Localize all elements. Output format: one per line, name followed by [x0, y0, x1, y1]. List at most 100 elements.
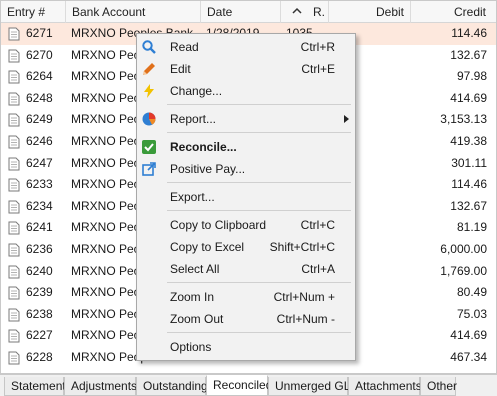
- menu-separator: [167, 210, 351, 211]
- document-icon: [8, 131, 22, 153]
- menu-separator: [167, 132, 351, 133]
- menu-item-options[interactable]: Options: [137, 336, 355, 358]
- menu-separator: [167, 332, 351, 333]
- menu-item-copy-to-clipboard[interactable]: Copy to Clipboard Ctrl+C: [137, 214, 355, 236]
- menu-item-zoom-in[interactable]: Zoom In Ctrl+Num +: [137, 286, 355, 308]
- checkmark-icon: [141, 139, 157, 155]
- menu-item-label: Zoom Out: [170, 312, 224, 326]
- menu-item-shortcut: Ctrl+C: [300, 218, 335, 232]
- document-icon: [8, 88, 22, 110]
- pie-chart-icon: [141, 111, 157, 127]
- credit-cell: 75.03: [456, 306, 487, 321]
- credit-cell: 419.38: [450, 134, 487, 148]
- entry-number-cell: 6271: [26, 26, 53, 40]
- col-header-credit[interactable]: Credit: [411, 1, 496, 23]
- document-icon: [8, 261, 22, 283]
- credit-cell: 81.19: [456, 220, 487, 235]
- entry-number-cell: 6241: [26, 220, 53, 235]
- menu-item-shortcut: Ctrl+Num +: [273, 290, 335, 304]
- credit-cell: 414.69: [450, 328, 487, 343]
- menu-item-edit[interactable]: Edit Ctrl+E: [137, 58, 355, 80]
- document-icon: [8, 239, 22, 261]
- col-header-ref[interactable]: R.: [281, 1, 329, 23]
- credit-cell: 132.67: [450, 47, 487, 62]
- credit-cell: 301.11: [451, 155, 487, 170]
- document-icon: [8, 217, 22, 239]
- menu-item-zoom-out[interactable]: Zoom Out Ctrl+Num -: [137, 308, 355, 330]
- credit-cell: 414.69: [450, 90, 487, 105]
- col-header-date[interactable]: Date: [201, 1, 281, 23]
- menu-item-copy-to-excel[interactable]: Copy to Excel Shift+Ctrl+C: [137, 236, 355, 258]
- pencil-icon: [141, 61, 157, 77]
- tab-reconciled[interactable]: Reconciled: [206, 375, 272, 396]
- menu-item-export[interactable]: Export...: [137, 186, 355, 208]
- lightning-icon: [141, 83, 157, 99]
- tab-unmerged-gl[interactable]: Unmerged GL: [268, 377, 350, 396]
- tab-adjustments[interactable]: Adjustments: [64, 377, 137, 396]
- menu-item-shortcut: Ctrl+E: [301, 62, 335, 76]
- export-arrow-icon: [141, 161, 157, 177]
- menu-item-label: Options: [170, 340, 212, 354]
- menu-item-label: Zoom In: [170, 290, 215, 304]
- context-menu: Read Ctrl+R Edit Ctrl+E Change... Report... Re…: [136, 33, 356, 361]
- document-icon: [8, 196, 22, 218]
- document-icon: [8, 153, 22, 175]
- document-icon: [8, 66, 22, 88]
- entry-number-cell: 6236: [26, 242, 53, 256]
- entry-number-cell: 6270: [26, 47, 53, 62]
- menu-item-select-all[interactable]: Select All Ctrl+A: [137, 258, 355, 280]
- entry-number-cell: 6239: [26, 285, 53, 300]
- entry-number-cell: 6240: [26, 263, 53, 278]
- credit-cell: 6,000.00: [440, 242, 487, 256]
- menu-item-label: Report...: [170, 112, 217, 126]
- menu-separator: [167, 182, 351, 183]
- tab-other[interactable]: Other: [420, 377, 457, 396]
- menu-item-positive-pay[interactable]: Positive Pay...: [137, 158, 355, 180]
- credit-cell: 3,153.13: [440, 112, 487, 127]
- document-icon: [8, 23, 22, 45]
- col-header-entry[interactable]: Entry #: [1, 1, 66, 23]
- document-icon: [8, 347, 22, 369]
- menu-item-label: Export...: [170, 190, 215, 204]
- menu-item-label: Edit: [170, 62, 191, 76]
- menu-item-label: Copy to Clipboard: [170, 218, 267, 232]
- tab-attachments[interactable]: Attachments: [348, 377, 422, 396]
- entry-number-cell: 6234: [26, 198, 53, 213]
- menu-item-shortcut: Ctrl+Num -: [276, 312, 335, 326]
- menu-item-read[interactable]: Read Ctrl+R: [137, 36, 355, 58]
- entry-number-cell: 6248: [26, 90, 53, 105]
- menu-item-label: Select All: [170, 262, 220, 276]
- col-header-debit[interactable]: Debit: [329, 1, 411, 23]
- credit-cell: 114.46: [451, 26, 487, 40]
- menu-item-shortcut: Shift+Ctrl+C: [269, 240, 335, 254]
- document-icon: [8, 304, 22, 326]
- menu-separator: [167, 104, 351, 105]
- credit-cell: 80.49: [456, 285, 487, 300]
- credit-cell: 97.98: [456, 69, 487, 84]
- entry-number-cell: 6228: [26, 350, 53, 364]
- credit-cell: 114.46: [451, 177, 487, 192]
- entry-number-cell: 6249: [26, 112, 53, 127]
- document-icon: [8, 174, 22, 196]
- menu-item-report[interactable]: Report...: [137, 108, 355, 130]
- entry-number-cell: 6264: [26, 69, 53, 84]
- menu-item-reconcile[interactable]: Reconcile...: [137, 136, 355, 158]
- menu-item-label: Copy to Excel: [170, 240, 245, 254]
- document-icon: [8, 45, 22, 67]
- entry-number-cell: 6227: [26, 328, 53, 343]
- tab-strip: Statement Adjustments Outstanding Reconcile…: [0, 374, 497, 396]
- submenu-arrow-icon: [344, 115, 349, 123]
- menu-item-label: Positive Pay...: [170, 162, 246, 176]
- menu-item-label: Read: [170, 40, 199, 54]
- entry-number-cell: 6246: [26, 134, 53, 148]
- document-icon: [8, 282, 22, 304]
- sort-ascending-icon: [292, 7, 302, 14]
- grid-header: Entry # Bank Account Date R. Debit Credi…: [1, 1, 496, 23]
- col-header-bank-account[interactable]: Bank Account: [66, 1, 201, 23]
- menu-item-change[interactable]: Change...: [137, 80, 355, 102]
- tab-statement[interactable]: Statement: [4, 377, 66, 396]
- menu-item-label: Change...: [170, 84, 223, 98]
- document-icon: [8, 325, 22, 347]
- entry-number-cell: 6238: [26, 306, 53, 321]
- tab-outstanding[interactable]: Outstanding: [136, 377, 208, 396]
